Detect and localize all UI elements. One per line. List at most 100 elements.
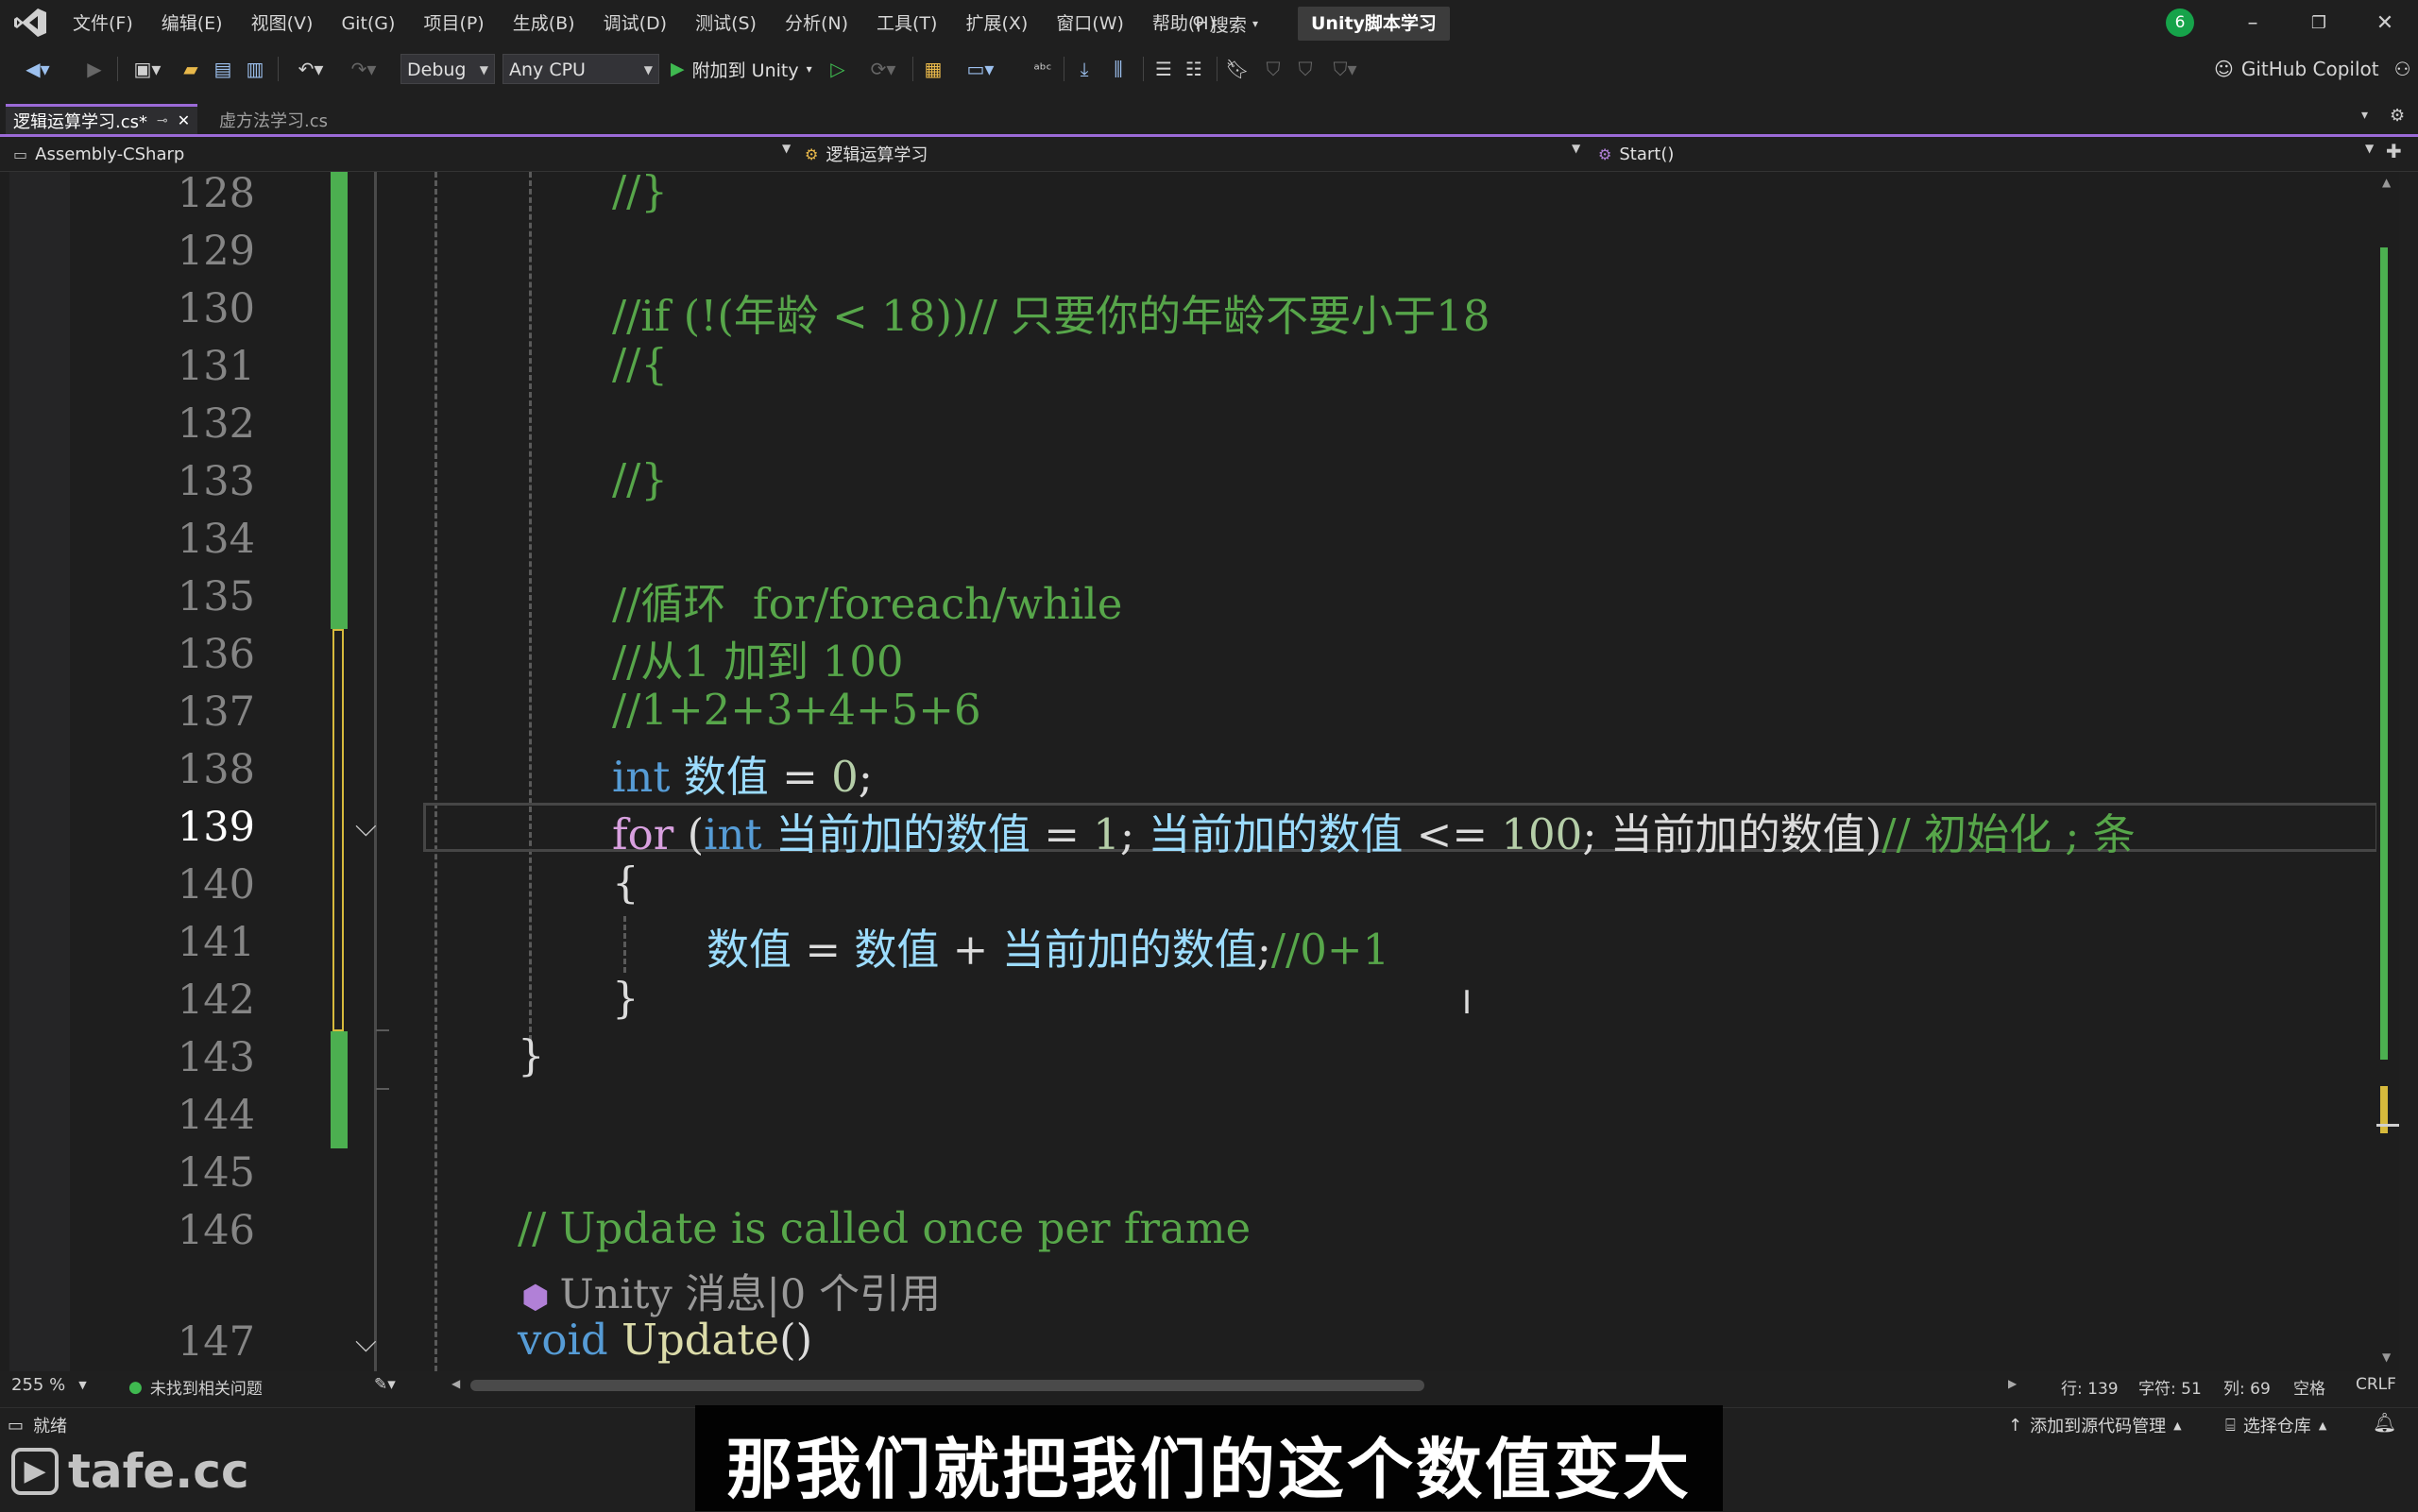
line-ending-indicator[interactable]: CRLF [2356,1375,2396,1394]
restore-button[interactable]: ❐ [2286,0,2352,47]
github-copilot-button[interactable]: ☺ GitHub Copilot ⚇ [2214,53,2411,85]
code-line-143[interactable]: } [518,1030,545,1080]
undo-icon[interactable]: ↶▾ [287,55,334,83]
code-line-140[interactable]: { [612,858,639,908]
add-to-source-control-button[interactable]: ↑ 添加到源代码管理 ▲ [2008,1413,2182,1437]
configuration-select[interactable]: Debug ▼ [400,54,495,84]
scroll-up-icon[interactable]: ▲ [2382,176,2391,189]
change-indicator-saved [331,172,348,629]
hot-reload-icon[interactable]: ⟳▾ [860,55,907,83]
code-line-142[interactable]: } [612,973,639,1023]
chevron-down-icon: ▾ [1252,17,1258,30]
tab-label: 逻辑运算学习.cs* [13,111,147,132]
code-line-141[interactable]: 数值 = 数值 + 当前加的数值;//0+1 [707,915,1389,977]
collapse-chevron-icon[interactable]: ⌵ [355,1326,377,1359]
scroll-down-icon[interactable]: ▼ [2382,1351,2391,1364]
select-repository-button[interactable]: ⌸ 选择仓库 ▲ [2225,1413,2326,1437]
tab-overflow-icon[interactable]: ▾ [2361,108,2368,123]
code-line-137[interactable]: //1+2+3+4+5+6 [612,685,981,735]
codelens-references[interactable]: ⬢ Unity 消息|0 个引用 [521,1262,941,1320]
next-bookmark-icon[interactable]: ⛉ [1292,55,1319,83]
check-circle-icon: ● [128,1377,143,1397]
column-select-icon[interactable]: ⫼ [1105,55,1132,83]
uncomment-lines-icon[interactable]: ☷ [1181,55,1207,83]
menu-extensions[interactable]: 扩展(X) [951,0,1042,47]
member-dropdown[interactable]: ⚙ Start() [1598,140,1674,168]
tab-label: 虚方法学习.cs [219,111,328,131]
save-icon[interactable]: ▤ [210,55,236,83]
line-indicator[interactable]: 行: 139 [2061,1375,2119,1399]
menu-debug[interactable]: 调试(D) [589,0,681,47]
solution-name-badge[interactable]: Unity脚本学习 [1298,7,1450,41]
save-all-icon[interactable]: ▥ [242,55,268,83]
window-layout-icon[interactable]: ▭▾ [960,55,1001,83]
navigate-back-icon[interactable]: ◀▾ [17,55,59,83]
line-number: 130 [177,285,255,332]
menu-tools[interactable]: 工具(T) [862,0,951,47]
menu-file[interactable]: 文件(F) [59,0,147,47]
menu-git[interactable]: Git(G) [327,0,409,47]
output-window-icon[interactable]: ▭ [8,1416,24,1436]
code-line-130[interactable]: //if (!(年龄 < 18))// 只要你的年龄不要小于18 [612,281,1490,343]
menu-test[interactable]: 测试(S) [681,0,771,47]
menu-project[interactable]: 项目(P) [409,0,498,47]
clear-bookmarks-icon[interactable]: ⛉▾ [1324,55,1366,83]
horizontal-scroll-thumb[interactable] [470,1380,1424,1391]
code-line-138[interactable]: int 数值 = 0; [612,742,873,804]
code-line-131[interactable]: //{ [612,339,668,389]
split-window-icon[interactable]: ✚ [2386,140,2402,162]
code-line-136[interactable]: //从1 加到 100 [612,627,903,688]
menu-edit[interactable]: 编辑(E) [147,0,237,47]
zoom-level-select[interactable]: 255 % ▼ [11,1375,87,1395]
search-button[interactable]: ⚲ 搜索 ▾ [1184,8,1266,40]
chevron-down-icon[interactable]: ▼ [1572,142,1580,155]
class-icon: ⚙ [805,144,819,163]
spell-check-icon[interactable]: ᵃᵇᶜ [1030,55,1056,83]
code-cleanup-icon[interactable]: ✎▾ [374,1375,396,1394]
code-line-146[interactable]: // Update is called once per frame [518,1203,1251,1253]
close-window-button[interactable]: ✕ [2352,0,2418,47]
project-dropdown[interactable]: ▭ Assembly-CSharp [13,140,184,168]
tab-logic-operation[interactable]: 逻辑运算学习.cs* ⊸ ✕ [6,104,198,134]
column-indicator[interactable]: 列: 69 [2223,1375,2271,1399]
step-into-icon[interactable]: ⤓ [1071,55,1098,83]
settings-gear-icon[interactable]: ⚙ [2390,106,2405,126]
notification-badge[interactable]: 6 [2166,8,2194,37]
menu-window[interactable]: 窗口(W) [1042,0,1138,47]
code-line-135[interactable]: //循环 for/foreach/while [612,569,1122,631]
issues-indicator[interactable]: ● 未找到相关问题 [128,1375,263,1400]
collapse-chevron-icon[interactable]: ⌵ [355,810,377,843]
open-folder-icon[interactable]: ▰ [178,55,204,83]
new-project-icon[interactable]: ▣▾ [127,55,168,83]
code-line-139[interactable]: for (int 当前加的数值 = 1; 当前加的数值 <= 100; 当前加的… [612,800,2369,861]
chevron-down-icon: ▾ [806,62,812,76]
code-line-133[interactable]: //} [612,454,668,504]
minimize-button[interactable]: – [2220,0,2286,47]
redo-icon[interactable]: ↷▾ [340,55,387,83]
prev-bookmark-icon[interactable]: ⛉ [1260,55,1286,83]
code-line-128[interactable]: //} [612,166,668,216]
menu-build[interactable]: 生成(B) [499,0,589,47]
platform-select[interactable]: Any CPU ▼ [502,54,659,84]
comment-lines-icon[interactable]: ☰ [1150,55,1177,83]
scroll-left-icon[interactable]: ◀ [451,1377,460,1390]
char-indicator[interactable]: 字符: 51 [2138,1375,2202,1399]
chevron-down-icon[interactable]: ▼ [2365,142,2374,155]
class-dropdown[interactable]: ⚙ 逻辑运算学习 [805,140,928,168]
whitespace-indicator[interactable]: 空格 [2293,1375,2325,1399]
start-without-debugging-icon[interactable]: ▷ [824,55,852,83]
solution-explorer-icon[interactable]: ▦ [920,55,946,83]
bookmark-icon[interactable]: 🔖︎ [1224,55,1251,83]
close-tab-icon[interactable]: ✕ [178,111,190,129]
code-editor[interactable] [0,172,2399,1371]
navigate-forward-icon[interactable]: ▶ [83,55,106,83]
code-line-147[interactable]: void Update() [518,1315,812,1365]
tab-virtual-method[interactable]: 虚方法学习.cs [212,106,335,134]
menu-view[interactable]: 视图(V) [237,0,328,47]
menu-analyze[interactable]: 分析(N) [771,0,862,47]
notification-bell-icon[interactable]: 🔔︎ [2373,1411,2396,1434]
scroll-right-icon[interactable]: ▶ [2008,1377,2017,1390]
toolbar-separator [1143,57,1144,81]
pin-icon[interactable]: ⊸ [157,113,168,128]
chevron-down-icon[interactable]: ▼ [782,142,791,155]
